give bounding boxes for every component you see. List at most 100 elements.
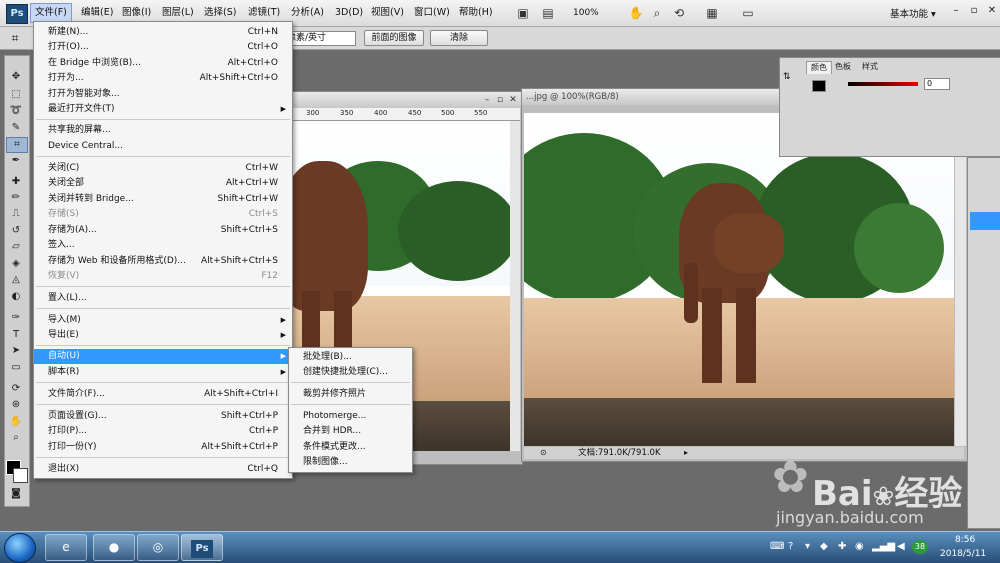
menu-view[interactable]: 视图(V): [367, 4, 408, 22]
menu-item-import[interactable]: 导入(M) ▶: [34, 313, 292, 328]
clear-button[interactable]: 清除: [430, 30, 488, 46]
arrange-documents-icon[interactable]: ▦: [704, 5, 720, 21]
vertical-scrollbar[interactable]: [510, 121, 520, 451]
minimize-button[interactable]: –: [948, 4, 964, 18]
photoshop-logo[interactable]: Ps: [6, 4, 28, 24]
zoom-tool-icon[interactable]: ⌕: [6, 431, 26, 445]
menu-help[interactable]: 帮助(H): [455, 4, 497, 22]
menu-item-export[interactable]: 导出(E) ▶: [34, 328, 292, 343]
volume-icon[interactable]: ◀: [897, 541, 905, 553]
eyedropper-tool-icon[interactable]: ✒: [6, 154, 26, 168]
lasso-tool-icon[interactable]: ➰: [6, 104, 26, 118]
menu-item-exit[interactable]: 退出(X) Ctrl+Q: [34, 462, 292, 477]
status-bar-menu-icon[interactable]: ⊙: [540, 447, 547, 459]
menu-item-browse-bridge[interactable]: 在 Bridge 中浏览(B)... Alt+Ctrl+O: [34, 56, 292, 71]
rotate-view-icon[interactable]: ⟲: [671, 5, 687, 21]
menu-item-share-screen[interactable]: 共享我的屏幕...: [34, 123, 292, 138]
hand-tool-icon[interactable]: ✋: [628, 5, 644, 21]
color-swatch[interactable]: [812, 80, 826, 92]
quick-select-tool-icon[interactable]: ✎: [6, 121, 26, 135]
healing-brush-tool-icon[interactable]: ✚: [6, 175, 26, 189]
qq-icon[interactable]: ●: [93, 534, 135, 561]
menu-image[interactable]: 图像(I): [118, 4, 155, 22]
menu-item-close[interactable]: 关闭(C) Ctrl+W: [34, 161, 292, 176]
menu-item-save[interactable]: 存储(S) Ctrl+S: [34, 207, 292, 222]
elephant-photo-canvas[interactable]: [524, 113, 954, 446]
bridge-icon[interactable]: ▣: [515, 5, 531, 21]
menu-item-new[interactable]: 新建(N)... Ctrl+N: [34, 25, 292, 40]
minimize-icon[interactable]: –: [481, 94, 493, 106]
paint-bucket-tool-icon[interactable]: ◈: [6, 257, 26, 271]
menu-edit[interactable]: 编辑(E): [77, 4, 117, 22]
history-brush-tool-icon[interactable]: ↺: [6, 224, 26, 238]
close-icon[interactable]: ✕: [507, 94, 519, 106]
submenu-item-conditional-mode[interactable]: 条件模式更改...: [303, 440, 366, 455]
menu-item-automate[interactable]: 自动(U) ▶: [34, 349, 292, 364]
submenu-item-create-droplet[interactable]: 创建快捷批处理(C)...: [303, 365, 388, 380]
clock-date[interactable]: 2018/5/11: [940, 549, 986, 559]
menu-item-page-setup[interactable]: 页面设置(G)... Shift+Ctrl+P: [34, 409, 292, 424]
menu-item-open-as[interactable]: 打开为... Alt+Shift+Ctrl+O: [34, 71, 292, 86]
menu-window[interactable]: 窗口(W): [410, 4, 454, 22]
type-tool-icon[interactable]: T: [6, 328, 26, 342]
submenu-item-merge-hdr[interactable]: 合并到 HDR...: [303, 424, 361, 439]
menu-item-save-for-web[interactable]: 存储为 Web 和设备所用格式(D)... Alt+Shift+Ctrl+S: [34, 254, 292, 269]
menu-item-device-central[interactable]: Device Central...: [34, 139, 292, 154]
menu-item-scripts[interactable]: 脚本(R) ▶: [34, 365, 292, 380]
tab-color[interactable]: 颜色: [806, 61, 832, 74]
close-button[interactable]: ✕: [984, 4, 1000, 18]
tray-app-icon[interactable]: ✚: [838, 541, 846, 553]
submenu-item-crop-straighten[interactable]: 裁剪并修齐照片: [303, 387, 366, 402]
selected-layer-row[interactable]: [970, 212, 1000, 230]
help-icon[interactable]: ?: [788, 541, 793, 553]
tray-app-icon[interactable]: ◉: [855, 541, 864, 553]
menu-item-open[interactable]: 打开(O)... Ctrl+O: [34, 40, 292, 55]
tray-badge[interactable]: 38: [912, 540, 928, 554]
tab-swatches[interactable]: 色板: [831, 61, 855, 73]
menu-3d[interactable]: 3D(D): [331, 4, 367, 22]
browser-360-icon[interactable]: ◎: [137, 534, 179, 561]
menu-item-close-all[interactable]: 关闭全部 Alt+Ctrl+W: [34, 176, 292, 191]
dodge-tool-icon[interactable]: ◐: [6, 290, 26, 304]
color-slider[interactable]: [848, 82, 918, 86]
crop-tool-icon[interactable]: ⌗: [6, 137, 28, 153]
restore-button[interactable]: ▫: [966, 4, 982, 18]
crop-tool-preset-icon[interactable]: ⌗: [6, 30, 24, 46]
tab-styles[interactable]: 样式: [858, 61, 882, 73]
ie-browser-icon[interactable]: e: [45, 534, 87, 561]
wechat-icon[interactable]: ◆: [820, 541, 828, 553]
status-arrow-icon[interactable]: ▸: [684, 447, 688, 459]
menu-item-print[interactable]: 打印(P)... Ctrl+P: [34, 424, 292, 439]
menu-item-open-smart-object[interactable]: 打开为智能对象...: [34, 87, 292, 102]
background-color-swatch[interactable]: [13, 468, 28, 483]
submenu-item-fit-image[interactable]: 限制图像...: [303, 455, 348, 470]
front-image-button[interactable]: 前面的图像: [364, 30, 424, 46]
panel-icon[interactable]: ⇅: [783, 72, 797, 84]
menu-file[interactable]: 文件(F): [30, 3, 72, 23]
menu-item-close-go-bridge[interactable]: 关闭并转到 Bridge... Shift+Ctrl+W: [34, 192, 292, 207]
blur-tool-icon[interactable]: ◬: [6, 273, 26, 287]
move-tool-icon[interactable]: ✥: [6, 70, 26, 84]
submenu-item-batch[interactable]: 批处理(B)...: [303, 350, 352, 365]
keyboard-icon[interactable]: ⌨: [770, 541, 784, 553]
shape-tool-icon[interactable]: ▭: [6, 361, 26, 375]
resolution-unit-select[interactable]: 像素/英寸: [283, 31, 356, 46]
vertical-scrollbar[interactable]: [955, 113, 966, 446]
zoom-level[interactable]: 100%: [573, 6, 613, 20]
view-extras-icon[interactable]: ▤: [540, 5, 556, 21]
submenu-item-photomerge[interactable]: Photomerge...: [303, 409, 366, 424]
menu-item-revert[interactable]: 恢复(V) F12: [34, 269, 292, 284]
start-button[interactable]: [4, 533, 36, 563]
color-value-field[interactable]: 0: [924, 78, 950, 90]
restore-icon[interactable]: ▫: [494, 94, 506, 106]
menu-item-save-as[interactable]: 存储为(A)... Shift+Ctrl+S: [34, 223, 292, 238]
path-selection-tool-icon[interactable]: ➤: [6, 344, 26, 358]
tray-arrow-icon[interactable]: ▾: [805, 541, 810, 553]
network-signal-icon[interactable]: ▂▄▆: [872, 541, 895, 553]
clone-stamp-tool-icon[interactable]: ⎍: [6, 207, 26, 221]
menu-item-check-in[interactable]: 签入...: [34, 238, 292, 253]
menu-item-place[interactable]: 置入(L)...: [34, 291, 292, 306]
menu-layer[interactable]: 图层(L): [158, 4, 198, 22]
clock-time[interactable]: 8:56: [955, 535, 975, 545]
workspace-switcher[interactable]: 基本功能 ▾: [890, 6, 936, 20]
